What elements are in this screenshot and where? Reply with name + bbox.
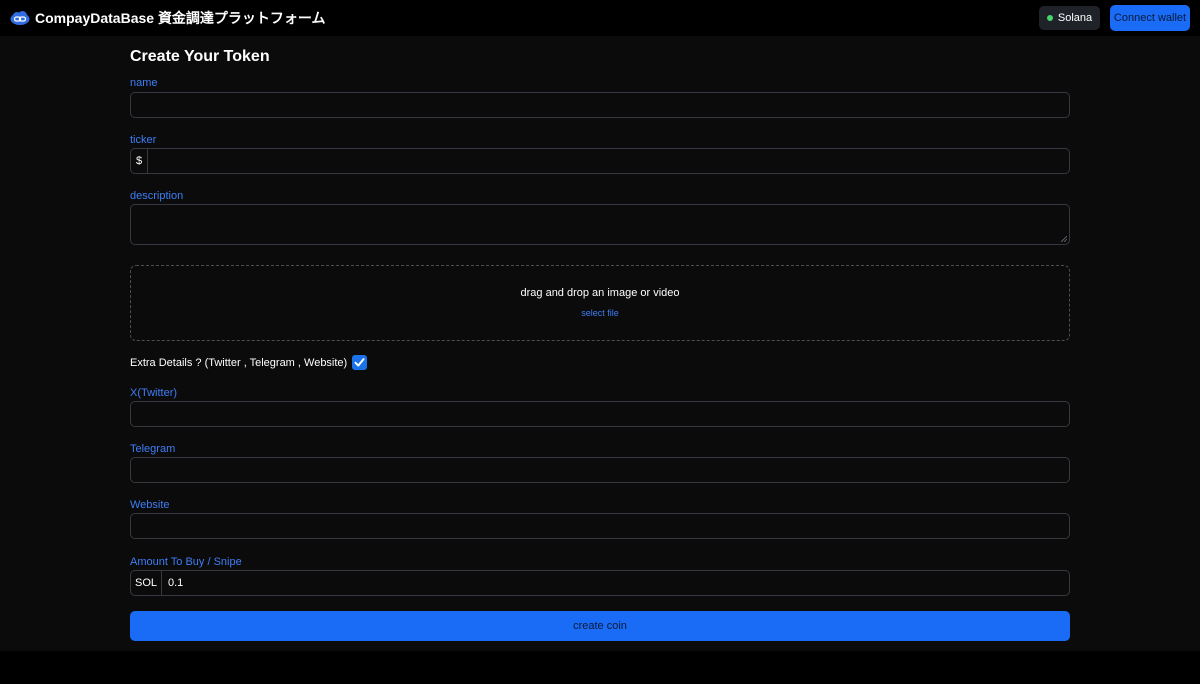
resize-grip-icon[interactable] xyxy=(1061,236,1067,242)
create-token-panel: Create Your Token name ticker $ descript… xyxy=(0,36,1200,651)
name-input[interactable] xyxy=(130,92,1070,118)
page-title: Create Your Token xyxy=(130,48,270,65)
extra-details-label: Extra Details ? (Twitter , Telegram , We… xyxy=(130,356,348,369)
description-textarea[interactable] xyxy=(130,204,1070,245)
brand[interactable]: CompayDataBase 資金調達プラットフォーム xyxy=(10,8,326,28)
app-title: CompayDataBase 資金調達プラットフォーム xyxy=(35,10,326,26)
dropzone-text: drag and drop an image or video xyxy=(520,287,680,299)
checkmark-icon xyxy=(354,358,365,367)
name-label: name xyxy=(130,77,158,89)
website-input[interactable] xyxy=(130,513,1070,539)
link-cloud-icon xyxy=(10,11,30,25)
description-label: description xyxy=(130,190,184,202)
status-dot-icon xyxy=(1046,15,1053,21)
ticker-label: ticker xyxy=(130,134,157,146)
telegram-input[interactable] xyxy=(130,457,1070,483)
ticker-prefix: $ xyxy=(131,149,148,173)
amount-label: Amount To Buy / Snipe xyxy=(130,556,242,568)
network-selector-button[interactable]: Solana xyxy=(1039,6,1100,30)
amount-value: 0.1 xyxy=(168,577,184,589)
extra-details-row: Extra Details ? (Twitter , Telegram , We… xyxy=(130,355,368,370)
ticker-input[interactable]: $ xyxy=(130,148,1070,174)
media-dropzone[interactable]: drag and drop an image or video select f… xyxy=(130,265,1070,341)
website-label: Website xyxy=(130,499,170,511)
twitter-label: X(Twitter) xyxy=(130,387,178,399)
twitter-input[interactable] xyxy=(130,401,1070,427)
create-coin-button[interactable]: create coin xyxy=(130,611,1070,641)
amount-input[interactable]: SOL 0.1 xyxy=(130,570,1070,596)
telegram-label: Telegram xyxy=(130,443,176,455)
top-navbar: CompayDataBase 資金調達プラットフォーム Solana Conne… xyxy=(0,0,1200,36)
connect-wallet-button[interactable]: Connect wallet xyxy=(1110,5,1190,31)
amount-currency-prefix: SOL xyxy=(131,571,162,595)
network-label: Solana xyxy=(1057,12,1093,24)
select-file-link[interactable]: select file xyxy=(131,308,1069,318)
extra-details-checkbox[interactable] xyxy=(352,355,368,370)
